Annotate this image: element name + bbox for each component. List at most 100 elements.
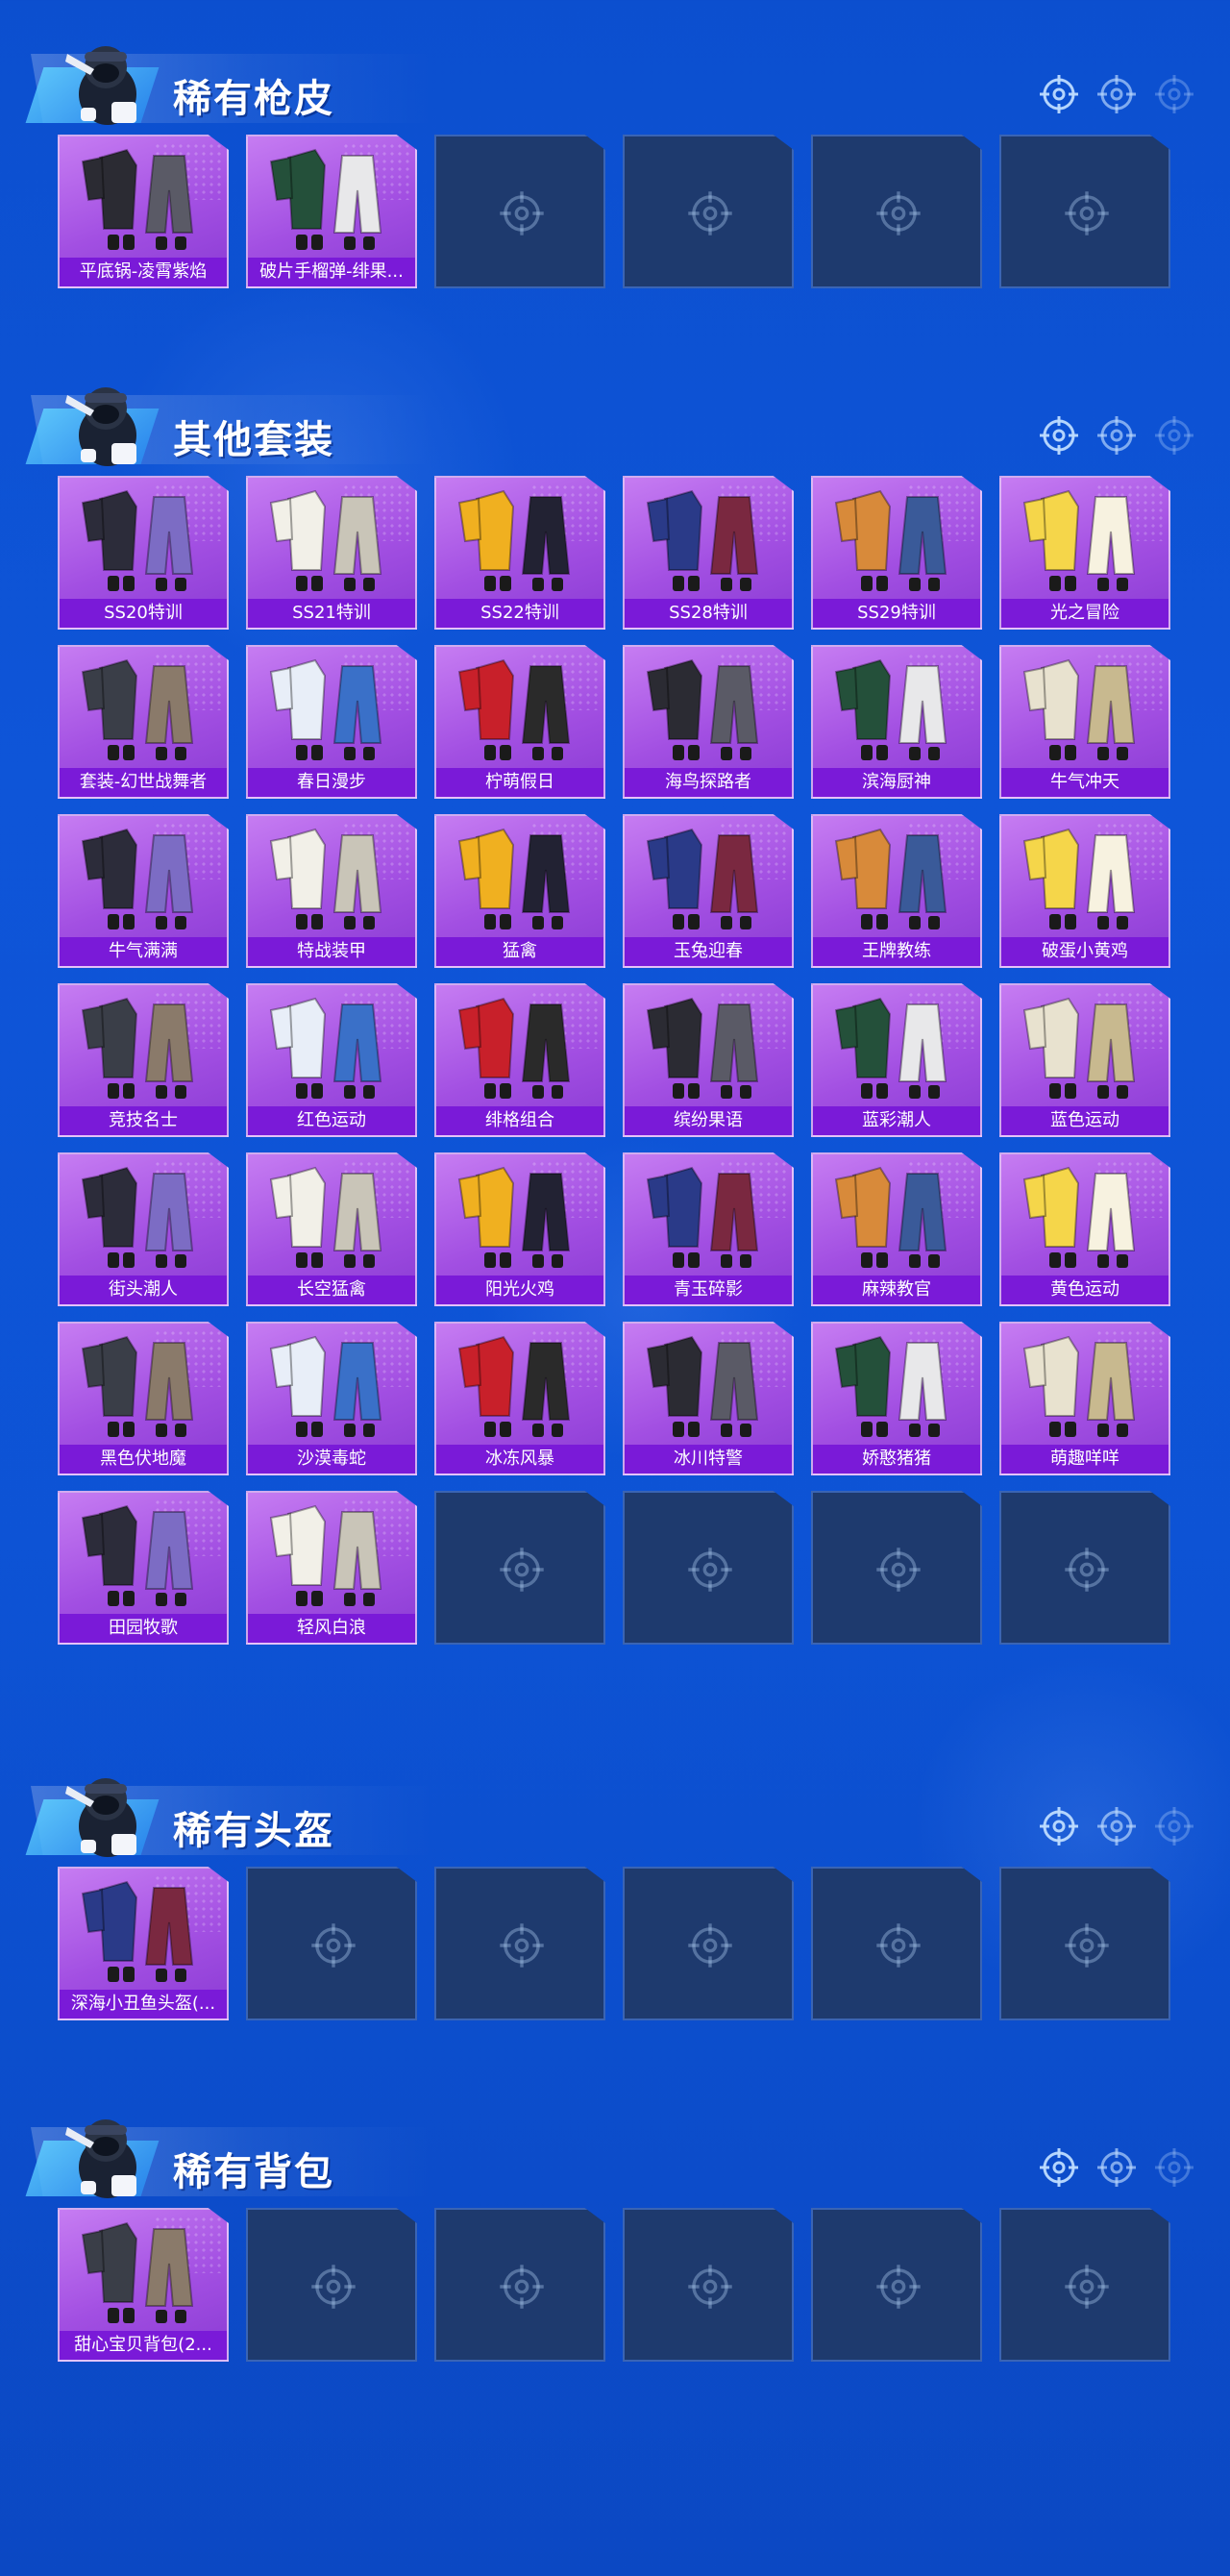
item-card[interactable]: 娇憨猪猪 (811, 1322, 982, 1475)
crosshair-icons (1038, 73, 1195, 115)
item-card[interactable]: 竞技名士 (58, 983, 229, 1137)
item-card[interactable]: 牛气满满 (58, 814, 229, 968)
item-card[interactable]: 冰川特警 (623, 1322, 794, 1475)
item-name: 黄色运动 (1001, 1276, 1168, 1304)
section-rare-backpacks: 稀有背包 甜心宝贝背包(2... (0, 2102, 1230, 2362)
empty-slot (623, 135, 794, 288)
item-card[interactable]: 特战装甲 (246, 814, 417, 968)
section-header: 稀有背包 (0, 2102, 1230, 2208)
item-card[interactable]: 破蛋小黄鸡 (999, 814, 1170, 968)
crosshair-icon (874, 189, 922, 237)
item-name: SS28特训 (625, 599, 792, 628)
item-card[interactable]: SS21特训 (246, 476, 417, 630)
item-image (813, 816, 980, 941)
item-image (248, 1324, 415, 1449)
item-image (436, 816, 603, 941)
item-image (248, 1493, 415, 1618)
item-card[interactable]: 牛气冲天 (999, 645, 1170, 799)
item-card[interactable]: 海鸟探路者 (623, 645, 794, 799)
item-card[interactable]: 黄色运动 (999, 1152, 1170, 1306)
crosshair-icon (1153, 73, 1195, 115)
item-image (625, 1154, 792, 1279)
item-card[interactable]: 蓝色运动 (999, 983, 1170, 1137)
item-card[interactable]: 街头潮人 (58, 1152, 229, 1306)
item-card[interactable]: SS22特训 (434, 476, 605, 630)
crosshair-icon (686, 1546, 734, 1594)
item-name: 红色运动 (248, 1106, 415, 1135)
item-card[interactable]: 绯格组合 (434, 983, 605, 1137)
item-card[interactable]: 平底锅-凌霄紫焰 (58, 135, 229, 288)
item-card[interactable]: 黑色伏地魔 (58, 1322, 229, 1475)
crosshair-icon (1063, 1921, 1111, 1969)
item-card[interactable]: 玉兔迎春 (623, 814, 794, 968)
item-name: SS21特训 (248, 599, 415, 628)
item-image (625, 647, 792, 772)
crosshair-icons (1038, 1805, 1195, 1847)
item-name: 蓝色运动 (1001, 1106, 1168, 1135)
item-card[interactable]: SS20特训 (58, 476, 229, 630)
item-card[interactable]: 长空猛禽 (246, 1152, 417, 1306)
item-card[interactable]: 蓝彩潮人 (811, 983, 982, 1137)
crosshair-icon (686, 189, 734, 237)
section-other-outfits: 其他套装 SS20特训 SS21特训 SS22特训 SS28特训 SS29特训 光之冒险套… (0, 370, 1230, 1645)
item-card[interactable]: 滨海厨神 (811, 645, 982, 799)
mascot-icon (58, 35, 154, 131)
item-grid: 甜心宝贝背包(2... (58, 2208, 1230, 2362)
item-card[interactable]: SS28特训 (623, 476, 794, 630)
item-name: 阳光火鸡 (436, 1276, 603, 1304)
item-image (436, 1154, 603, 1279)
item-name: 春日漫步 (248, 768, 415, 797)
crosshair-icon (498, 189, 546, 237)
item-name: 沙漠毒蛇 (248, 1445, 415, 1474)
item-card[interactable]: 麻辣教官 (811, 1152, 982, 1306)
item-card[interactable]: 田园牧歌 (58, 1491, 229, 1645)
item-card[interactable]: 红色运动 (246, 983, 417, 1137)
crosshair-icon (686, 2263, 734, 2311)
item-card[interactable]: 深海小丑鱼头盔(... (58, 1867, 229, 2020)
item-name: 绯格组合 (436, 1106, 603, 1135)
section-header: 稀有头盔 (0, 1761, 1230, 1867)
item-card[interactable]: 猛禽 (434, 814, 605, 968)
empty-slot (999, 1491, 1170, 1645)
item-card[interactable]: 甜心宝贝背包(2... (58, 2208, 229, 2362)
item-image (436, 985, 603, 1110)
item-card[interactable]: 春日漫步 (246, 645, 417, 799)
item-card[interactable]: 套装-幻世战舞者 (58, 645, 229, 799)
section-rare-weapon-skins: 稀有枪皮 平底锅-凌霄紫焰 破片手榴弹-绯果... (0, 29, 1230, 288)
item-card[interactable]: SS29特训 (811, 476, 982, 630)
crosshair-icons (1038, 2146, 1195, 2189)
item-card[interactable]: 王牌教练 (811, 814, 982, 968)
item-card[interactable]: 阳光火鸡 (434, 1152, 605, 1306)
item-card[interactable]: 沙漠毒蛇 (246, 1322, 417, 1475)
item-image (60, 478, 227, 603)
item-card[interactable]: 缤纷果语 (623, 983, 794, 1137)
item-card[interactable]: 光之冒险 (999, 476, 1170, 630)
item-card[interactable]: 轻风白浪 (246, 1491, 417, 1645)
item-name: 破蛋小黄鸡 (1001, 937, 1168, 966)
mascot-icon (58, 2108, 154, 2204)
item-image (1001, 1154, 1168, 1279)
item-name: 猛禽 (436, 937, 603, 966)
item-card[interactable]: 柠萌假日 (434, 645, 605, 799)
crosshair-icon (498, 1921, 546, 1969)
empty-slot (811, 1491, 982, 1645)
empty-slot (434, 135, 605, 288)
crosshair-icon (498, 2263, 546, 2311)
item-image (60, 136, 227, 261)
item-card[interactable]: 冰冻风暴 (434, 1322, 605, 1475)
empty-slot (811, 2208, 982, 2362)
item-image (60, 1324, 227, 1449)
section-title: 稀有头盔 (173, 1809, 334, 1853)
crosshair-icon (1038, 414, 1080, 457)
item-name: 玉兔迎春 (625, 937, 792, 966)
item-card[interactable]: 破片手榴弹-绯果... (246, 135, 417, 288)
item-name: 萌趣咩咩 (1001, 1445, 1168, 1474)
item-name: SS29特训 (813, 599, 980, 628)
item-name: 冰冻风暴 (436, 1445, 603, 1474)
item-image (60, 985, 227, 1110)
crosshair-icon (498, 1546, 546, 1594)
item-grid: 平底锅-凌霄紫焰 破片手榴弹-绯果... (58, 135, 1230, 288)
item-name: 冰川特警 (625, 1445, 792, 1474)
item-card[interactable]: 萌趣咩咩 (999, 1322, 1170, 1475)
item-card[interactable]: 青玉碎影 (623, 1152, 794, 1306)
